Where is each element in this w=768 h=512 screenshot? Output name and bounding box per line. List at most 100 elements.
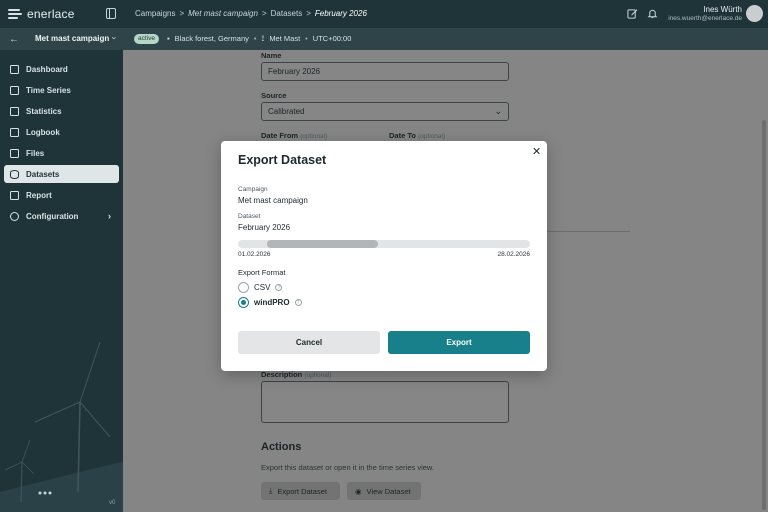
sidebar-item-label: Configuration (26, 211, 79, 221)
actions-description: Export this dataset or open it in the ti… (261, 463, 435, 472)
help-icon[interactable]: ? (275, 284, 283, 291)
sidebar-item-configuration[interactable]: Configuration › (4, 207, 119, 225)
radio-windpro[interactable] (238, 297, 249, 308)
radio-csv[interactable] (238, 282, 249, 293)
date-range-selection[interactable] (267, 240, 379, 248)
date-from-label-text: Date From (261, 131, 299, 140)
source-select[interactable]: Calibrated ⌄ (261, 102, 509, 121)
database-icon (10, 169, 19, 179)
date-range-slider[interactable] (238, 240, 530, 248)
edit-icon[interactable] (627, 8, 638, 19)
breadcrumb: Campaigns > Met mast campaign > Datasets… (135, 9, 367, 18)
sidebar: Dashboard Time Series Statistics Logbook… (0, 50, 123, 512)
sidebar-item-statistics[interactable]: Statistics (4, 102, 119, 120)
back-arrow-icon[interactable]: ← (9, 34, 19, 45)
logo-text: enerlace (27, 7, 75, 21)
location-text: Black forest, Germany (174, 34, 249, 43)
sidebar-item-label: Datasets (26, 169, 60, 179)
sidebar-item-label: Logbook (26, 127, 60, 137)
version-label: v0 (109, 500, 116, 506)
range-end-date: 28.02.2026 (497, 251, 530, 258)
view-dataset-button[interactable]: ◉ View Dataset (347, 482, 421, 500)
timezone-text: UTC+00:00 (312, 34, 352, 43)
source-value: Calibrated (268, 107, 305, 116)
user-menu[interactable]: Ines Würth ines.wuerth@enerlace.de (668, 5, 742, 23)
name-input[interactable]: February 2026 (261, 62, 509, 81)
separator-dot: • (253, 34, 257, 43)
name-label: Name (261, 51, 282, 60)
optional-hint: (optional) (300, 133, 328, 140)
gear-icon (10, 211, 19, 221)
view-dataset-label: View Dataset (366, 486, 411, 496)
actions-title: Actions (261, 441, 302, 453)
description-label-text: Description (261, 370, 303, 379)
chevron-down-icon: ⌄ (494, 106, 502, 116)
line-chart-icon (10, 85, 19, 95)
export-dataset-label: Export Dataset (277, 486, 327, 496)
mast-icon: ⟟ (261, 34, 265, 43)
logo[interactable]: enerlace (0, 0, 122, 28)
description-label: Description (optional) (261, 370, 331, 379)
range-start-date: 01.02.2026 (238, 251, 271, 258)
download-icon: ⤓ (269, 486, 273, 495)
sidebar-item-logbook[interactable]: Logbook (4, 123, 119, 141)
breadcrumb-separator: > (261, 9, 267, 18)
export-format-title: Export Format (238, 268, 286, 277)
folder-icon: ▪ (167, 34, 170, 43)
top-bar: enerlace Campaigns > Met mast campaign >… (0, 0, 768, 28)
optional-hint: (optional) (418, 133, 446, 140)
chevron-down-icon[interactable]: › (110, 37, 120, 40)
close-icon[interactable]: ✕ (532, 145, 541, 158)
dataset-label: Dataset (238, 213, 261, 220)
report-icon (10, 190, 19, 200)
eye-icon: ◉ (355, 486, 362, 496)
sidebar-item-dashboard[interactable]: Dashboard (4, 60, 119, 78)
breadcrumb-separator: > (306, 9, 311, 18)
breadcrumb-separator: > (179, 9, 185, 18)
date-from-label: Date From (optional) (261, 131, 327, 140)
date-to-label-text: Date To (389, 131, 416, 140)
chevron-right-icon: › (108, 211, 111, 221)
cancel-button[interactable]: Cancel (238, 331, 380, 354)
format-label: windPRO (254, 298, 290, 307)
avatar[interactable] (746, 5, 763, 22)
sidebar-toggle-icon[interactable] (106, 8, 116, 19)
file-icon (10, 148, 19, 158)
user-email: ines.wuerth@enerlace.de (668, 15, 742, 22)
breadcrumb-campaigns[interactable]: Campaigns (135, 9, 175, 18)
breadcrumb-datasets[interactable]: Datasets (271, 9, 303, 18)
campaign-selector[interactable]: Met mast campaign (35, 34, 109, 43)
sidebar-item-report[interactable]: Report (4, 186, 119, 204)
campaign-bar: ← Met mast campaign › active ▪ Black for… (0, 28, 768, 50)
export-button[interactable]: Export (388, 331, 530, 354)
sidebar-item-time-series[interactable]: Time Series (4, 81, 119, 99)
stats-icon (10, 106, 19, 116)
user-name: Ines Würth (703, 5, 742, 14)
export-dataset-button[interactable]: ⤓ Export Dataset (261, 482, 340, 500)
help-icon[interactable]: ? (294, 299, 302, 306)
optional-hint: (optional) (304, 372, 332, 379)
export-dataset-dialog: Export Dataset ✕ Campaign Met mast campa… (221, 141, 547, 371)
dialog-title: Export Dataset (238, 153, 327, 167)
format-option-windpro[interactable]: windPRO ? (238, 297, 302, 308)
breadcrumb-campaign[interactable]: Met mast campaign (188, 9, 258, 18)
grid-icon (10, 64, 19, 74)
sidebar-item-label: Statistics (26, 106, 62, 116)
scrollbar[interactable] (762, 120, 766, 510)
sidebar-item-label: Files (26, 148, 45, 158)
dataset-value: February 2026 (238, 223, 291, 232)
source-label: Source (261, 91, 287, 100)
date-to-label: Date To (optional) (389, 131, 445, 140)
pencil-icon (10, 127, 19, 137)
wind-turbine-illustration (0, 342, 123, 512)
status-badge: active (134, 34, 159, 44)
format-label: CSV (254, 283, 271, 292)
station-text: Met Mast (269, 34, 301, 43)
sidebar-item-datasets[interactable]: Datasets (4, 165, 119, 183)
campaign-meta: ▪ Black forest, Germany • ⟟ Met Mast • U… (167, 34, 351, 44)
description-textarea[interactable] (261, 381, 509, 423)
sidebar-item-files[interactable]: Files (4, 144, 119, 162)
separator-dot: • (305, 34, 308, 43)
format-option-csv[interactable]: CSV ? (238, 282, 283, 293)
bell-icon[interactable] (647, 8, 658, 19)
